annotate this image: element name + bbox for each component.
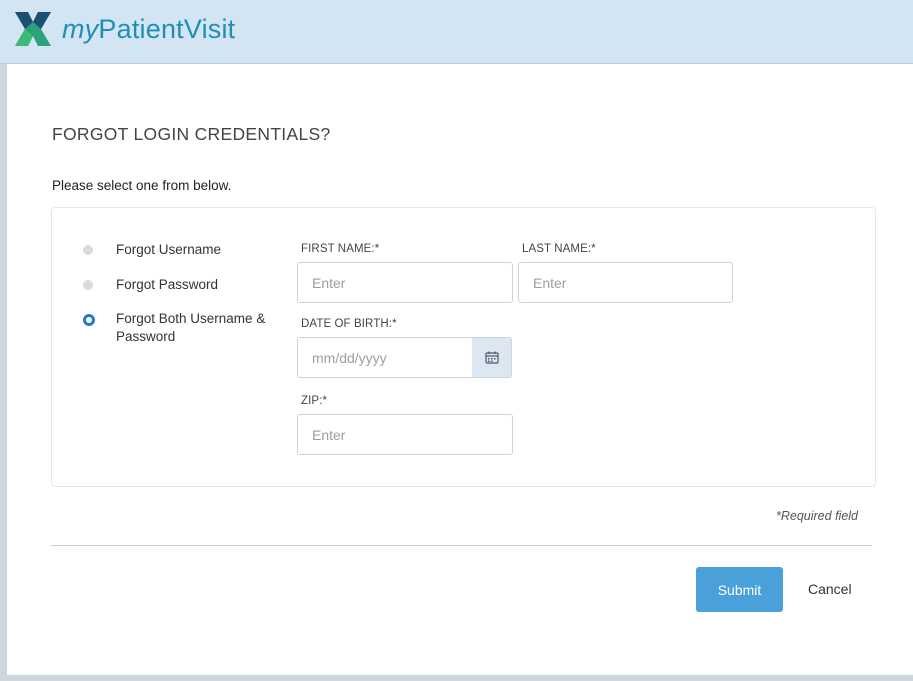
last-name-label: LAST NAME:* (522, 243, 596, 255)
radio-button[interactable] (83, 280, 93, 290)
cancel-link[interactable]: Cancel (808, 581, 852, 597)
option-label: Forgot Password (116, 277, 219, 292)
zip-label: ZIP:* (301, 395, 328, 407)
logo-icon (15, 12, 51, 46)
radio-button-selected[interactable] (83, 314, 95, 326)
option-label: Forgot Username (116, 242, 222, 257)
dob-label: DATE OF BIRTH:* (301, 318, 397, 330)
calendar-button[interactable] (472, 337, 512, 378)
first-name-label: FIRST NAME:* (301, 243, 380, 255)
divider (51, 545, 872, 546)
page-title: FORGOT LOGIN CREDENTIALS? (52, 124, 331, 144)
bottom-rail (0, 675, 913, 681)
left-rail (0, 64, 7, 675)
zip-input[interactable] (297, 414, 513, 455)
logo-prefix: my (62, 14, 99, 44)
required-field-note: *Required field (776, 509, 858, 523)
page-subtitle: Please select one from below. (52, 178, 232, 193)
app-logo-text: myPatientVisit (62, 14, 235, 45)
submit-button[interactable]: Submit (696, 567, 783, 612)
app-header: myPatientVisit (0, 0, 913, 64)
radio-button[interactable] (83, 245, 93, 255)
first-name-input[interactable] (297, 262, 513, 303)
last-name-input[interactable] (518, 262, 733, 303)
dob-input[interactable] (297, 337, 473, 378)
logo-suffix: PatientVisit (98, 14, 236, 44)
option-label: Forgot Both Username & Password (116, 311, 266, 344)
calendar-icon (484, 351, 499, 364)
